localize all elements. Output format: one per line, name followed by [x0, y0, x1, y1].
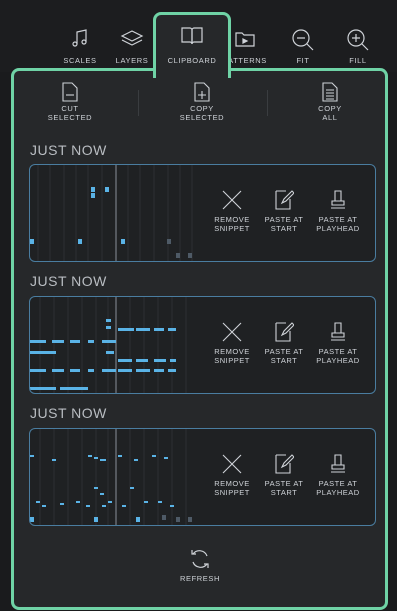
snippet-preview[interactable]: [30, 429, 202, 525]
tab-fit[interactable]: FIT: [273, 26, 333, 70]
paste-at-playhead-button[interactable]: PASTE AT PLAYHEAD: [310, 189, 366, 237]
action-label-line2: ALL: [322, 113, 338, 122]
label-line1: PASTE AT: [318, 479, 358, 488]
tab-fill[interactable]: FILL: [328, 26, 388, 70]
edit-note-icon: [274, 321, 295, 348]
refresh-button[interactable]: REFRESH: [170, 548, 230, 588]
snippet-button-label: PASTE AT PLAYHEAD: [304, 215, 372, 233]
music-note-icon: [69, 28, 91, 55]
snippet-preview[interactable]: [30, 297, 202, 393]
action-label: COPY SELECTED: [157, 104, 247, 122]
tab-label: FILL: [349, 56, 367, 65]
zoom-out-icon: [291, 28, 315, 57]
stamp-icon: [329, 453, 347, 480]
clipboard-snippet[interactable]: REMOVE SNIPPET PASTE AT START PASTE AT P…: [29, 296, 376, 394]
action-label-line1: COPY: [190, 104, 214, 113]
action-label-line1: COPY: [318, 104, 342, 113]
divider: [267, 90, 268, 116]
snippet-preview-graphic: [30, 429, 192, 525]
copy-all-button[interactable]: COPY ALL: [285, 82, 375, 128]
refresh-label: REFRESH: [179, 574, 221, 583]
snippet-title: JUST NOW: [30, 405, 107, 421]
snippet-title: JUST NOW: [30, 142, 107, 158]
copy-selected-button[interactable]: COPY SELECTED: [157, 82, 247, 128]
snippet-preview-graphic: [30, 297, 187, 393]
tab-label: FIT: [296, 56, 310, 65]
refresh-icon: [189, 548, 211, 575]
action-label: CUT SELECTED: [25, 104, 115, 122]
paste-at-playhead-button[interactable]: PASTE AT PLAYHEAD: [310, 453, 366, 501]
tab-label: SCALES: [63, 56, 97, 65]
action-label-line2: SELECTED: [179, 113, 225, 122]
close-icon: [221, 453, 243, 480]
close-icon: [221, 321, 243, 348]
clipboard-book-icon: [180, 25, 204, 52]
snippet-title: JUST NOW: [30, 273, 107, 289]
stamp-icon: [329, 321, 347, 348]
patterns-folder-icon: [234, 28, 256, 55]
clipboard-snippet[interactable]: REMOVE SNIPPET PASTE AT START PASTE AT P…: [29, 164, 376, 262]
paste-at-playhead-button[interactable]: PASTE AT PLAYHEAD: [310, 321, 366, 369]
snippet-preview-graphic: [30, 165, 193, 261]
snippet-button-label: PASTE AT PLAYHEAD: [304, 347, 372, 365]
label-line2: PLAYHEAD: [316, 356, 360, 365]
tab-label: CLIPBOARD: [167, 56, 217, 65]
label-line1: PASTE AT: [318, 215, 358, 224]
action-label-line1: CUT: [61, 104, 79, 113]
label-line2: PLAYHEAD: [316, 488, 360, 497]
label-line1: PASTE AT: [318, 347, 358, 356]
snippet-preview[interactable]: [30, 165, 202, 261]
edit-note-icon: [274, 189, 295, 216]
cut-selected-button[interactable]: CUT SELECTED: [25, 82, 115, 128]
tab-join: [156, 66, 228, 74]
action-label: COPY ALL: [285, 104, 375, 122]
edit-note-icon: [274, 453, 295, 480]
close-icon: [221, 189, 243, 216]
action-label-line2: SELECTED: [47, 113, 93, 122]
tab-scales[interactable]: SCALES: [50, 26, 110, 70]
snippet-button-label: PASTE AT PLAYHEAD: [304, 479, 372, 497]
divider: [138, 90, 139, 116]
zoom-in-icon: [346, 28, 370, 57]
layers-icon: [120, 28, 144, 55]
clipboard-snippet[interactable]: REMOVE SNIPPET PASTE AT START PASTE AT P…: [29, 428, 376, 526]
stamp-icon: [329, 189, 347, 216]
label-line2: PLAYHEAD: [316, 224, 360, 233]
